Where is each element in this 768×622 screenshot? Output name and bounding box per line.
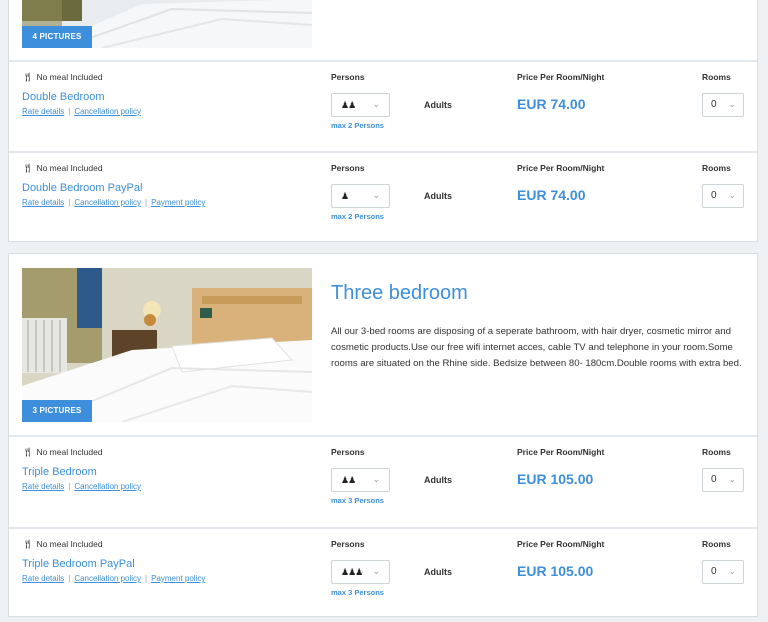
person-icon: ♟♟♟ (341, 567, 363, 577)
rooms-label: Rooms (702, 447, 731, 457)
payment-policy-link[interactable]: Payment policy (151, 574, 205, 583)
chevron-down-icon: ⌄ (728, 190, 736, 200)
rooms-value: 0 (711, 190, 717, 201)
meal-info: 🍴︎ No meal Included (22, 447, 103, 458)
rate-links: Rate details | Cancellation policy (22, 107, 142, 116)
adults-label: Adults (424, 567, 452, 577)
rate-row: 🍴︎ No meal Included Double Bedroom PayPal… (9, 151, 757, 241)
room-photo[interactable]: 4 PICTURES (22, 0, 312, 48)
meal-info: 🍴︎ No meal Included (22, 72, 103, 83)
pictures-button[interactable]: 3 PICTURES (22, 400, 92, 422)
cancellation-policy-link[interactable]: Cancellation policy (74, 574, 141, 583)
fork-knife-icon: 🍴︎ (22, 539, 34, 549)
persons-select[interactable]: ♟♟ ⌄ (331, 468, 390, 492)
meal-label: No meal Included (36, 163, 103, 173)
rate-row: 🍴︎ No meal Included Triple Bedroom Rate d… (9, 435, 757, 525)
rooms-label: Rooms (702, 163, 731, 173)
rate-links: Rate details | Cancellation policy | Payment… (22, 574, 206, 583)
price-label: Price Per Room/Night (517, 447, 605, 457)
fork-knife-icon: 🍴︎ (22, 447, 34, 457)
rooms-value: 0 (711, 99, 717, 110)
rate-name[interactable]: Double Bedroom PayPal (22, 182, 142, 194)
cancellation-policy-link[interactable]: Cancellation policy (74, 482, 141, 491)
persons-label: Persons (331, 539, 365, 549)
fork-knife-icon: 🍴︎ (22, 72, 34, 82)
persons-label: Persons (331, 72, 365, 82)
meal-label: No meal Included (36, 447, 103, 457)
adults-label: Adults (424, 100, 452, 110)
price-label: Price Per Room/Night (517, 163, 605, 173)
rate-details-link[interactable]: Rate details (22, 198, 64, 207)
rate-links: Rate details | Cancellation policy | Payment… (22, 198, 206, 207)
price-label: Price Per Room/Night (517, 72, 605, 82)
room-photo-image (22, 268, 312, 422)
room-description: All our 3-bed rooms are disposing of a s… (331, 326, 742, 369)
rate-links: Rate details | Cancellation policy (22, 482, 142, 491)
rate-name[interactable]: Triple Bedroom PayPal (22, 558, 135, 570)
chevron-down-icon: ⌄ (372, 474, 380, 484)
rooms-value: 0 (711, 566, 717, 577)
person-icon: ♟ (341, 191, 349, 201)
max-persons: max 3 Persons (331, 496, 384, 505)
rooms-label: Rooms (702, 539, 731, 549)
meal-label: No meal Included (36, 72, 103, 82)
persons-select[interactable]: ♟♟ ⌄ (331, 93, 390, 117)
persons-select[interactable]: ♟ ⌄ (331, 184, 390, 208)
price-label: Price Per Room/Night (517, 539, 605, 549)
room-card-double: 4 PICTURES 🍴︎ No meal Included Double Bed… (8, 0, 758, 242)
cancellation-policy-link[interactable]: Cancellation policy (74, 198, 141, 207)
rooms-select[interactable]: 0 ⌄ (702, 560, 744, 584)
chevron-down-icon: ⌄ (372, 566, 380, 576)
room-card-three-bedroom: 3 PICTURES Three bedroom All our 3-bed r… (8, 253, 758, 617)
meal-info: 🍴︎ No meal Included (22, 163, 103, 174)
rate-name[interactable]: Triple Bedroom (22, 466, 97, 478)
adults-label: Adults (424, 475, 452, 485)
chevron-down-icon: ⌄ (728, 566, 736, 576)
max-persons: max 3 Persons (331, 588, 384, 597)
rooms-label: Rooms (702, 72, 731, 82)
chevron-down-icon: ⌄ (372, 99, 380, 109)
persons-label: Persons (331, 447, 365, 457)
person-icon: ♟♟ (341, 100, 356, 110)
room-title: Three bedroom (331, 282, 468, 304)
meal-label: No meal Included (36, 539, 103, 549)
adults-label: Adults (424, 191, 452, 201)
fork-knife-icon: 🍴︎ (22, 163, 34, 173)
cancellation-policy-link[interactable]: Cancellation policy (74, 107, 141, 116)
rooms-value: 0 (711, 474, 717, 485)
person-icon: ♟♟ (341, 475, 356, 485)
meal-info: 🍴︎ No meal Included (22, 539, 103, 550)
price-value: EUR 74.00 (517, 187, 586, 203)
rate-details-link[interactable]: Rate details (22, 107, 64, 116)
chevron-down-icon: ⌄ (372, 190, 380, 200)
rate-row: 🍴︎ No meal Included Triple Bedroom PayPal… (9, 527, 757, 617)
persons-label: Persons (331, 163, 365, 173)
rate-row: 🍴︎ No meal Included Double Bedroom Rate d… (9, 60, 757, 150)
rooms-select[interactable]: 0 ⌄ (702, 468, 744, 492)
max-persons: max 2 Persons (331, 212, 384, 221)
pictures-button[interactable]: 4 PICTURES (22, 26, 92, 48)
price-value: EUR 74.00 (517, 96, 586, 112)
price-value: EUR 105.00 (517, 563, 594, 579)
price-value: EUR 105.00 (517, 471, 594, 487)
rate-details-link[interactable]: Rate details (22, 574, 64, 583)
rooms-select[interactable]: 0 ⌄ (702, 93, 744, 117)
room-photo[interactable]: 3 PICTURES (22, 268, 312, 422)
rate-details-link[interactable]: Rate details (22, 482, 64, 491)
payment-policy-link[interactable]: Payment policy (151, 198, 205, 207)
chevron-down-icon: ⌄ (728, 99, 736, 109)
rooms-select[interactable]: 0 ⌄ (702, 184, 744, 208)
persons-select[interactable]: ♟♟♟ ⌄ (331, 560, 390, 584)
chevron-down-icon: ⌄ (728, 474, 736, 484)
max-persons: max 2 Persons (331, 121, 384, 130)
rate-name[interactable]: Double Bedroom (22, 91, 105, 103)
